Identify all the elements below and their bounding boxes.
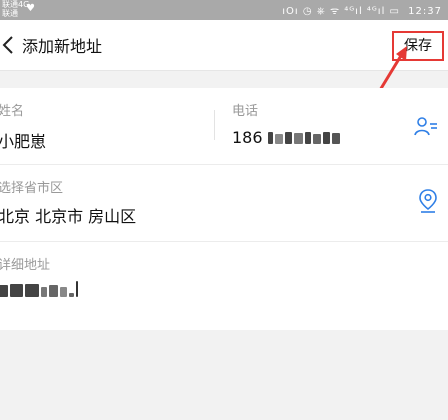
field-divider xyxy=(214,110,215,140)
location-pin-icon[interactable] xyxy=(418,188,438,214)
name-field[interactable]: 小肥崽 xyxy=(0,128,46,152)
status-icons: ıOı ◷ ⎈ ᯤ ⁴ᴳıl ⁴ᴳıl ▭ xyxy=(282,6,400,17)
page-title: 添加新地址 xyxy=(22,37,103,56)
status-bar: 联通4G 联通 ♥ ıOı ◷ ⎈ ᯤ ⁴ᴳıl ⁴ᴳıl ▭ 12:37 xyxy=(0,0,448,20)
detail-redacted xyxy=(0,280,80,301)
detail-address-field[interactable] xyxy=(0,280,80,301)
detail-label: 详细地址 xyxy=(0,258,51,273)
phone-prefix: 186 xyxy=(232,128,263,147)
region-label: 选择省市区 xyxy=(0,181,64,196)
name-phone-row: 姓名 小肥崽 电话 186 xyxy=(0,88,448,165)
region-row[interactable]: 选择省市区 北京 北京市 房山区 xyxy=(0,165,448,242)
clock: 12:37 xyxy=(408,6,442,17)
address-form: 姓名 小肥崽 电话 186 选择省市区 北京 北京市 房山区 详细地址 xyxy=(0,88,448,330)
phone-label: 电话 xyxy=(232,104,259,119)
back-arrow-icon[interactable] xyxy=(0,30,18,60)
region-field[interactable]: 北京 北京市 房山区 xyxy=(0,203,136,227)
detail-address-row: 详细地址 xyxy=(0,242,448,330)
heart-icon: ♥ xyxy=(26,3,35,14)
name-label: 姓名 xyxy=(0,104,25,119)
status-indicators: ıOı ◷ ⎈ ᯤ ⁴ᴳıl ⁴ᴳıl ▭ 12:37 xyxy=(282,3,442,17)
contacts-icon[interactable] xyxy=(414,116,438,138)
phone-redacted xyxy=(267,129,342,148)
phone-field[interactable]: 186 xyxy=(232,128,342,148)
